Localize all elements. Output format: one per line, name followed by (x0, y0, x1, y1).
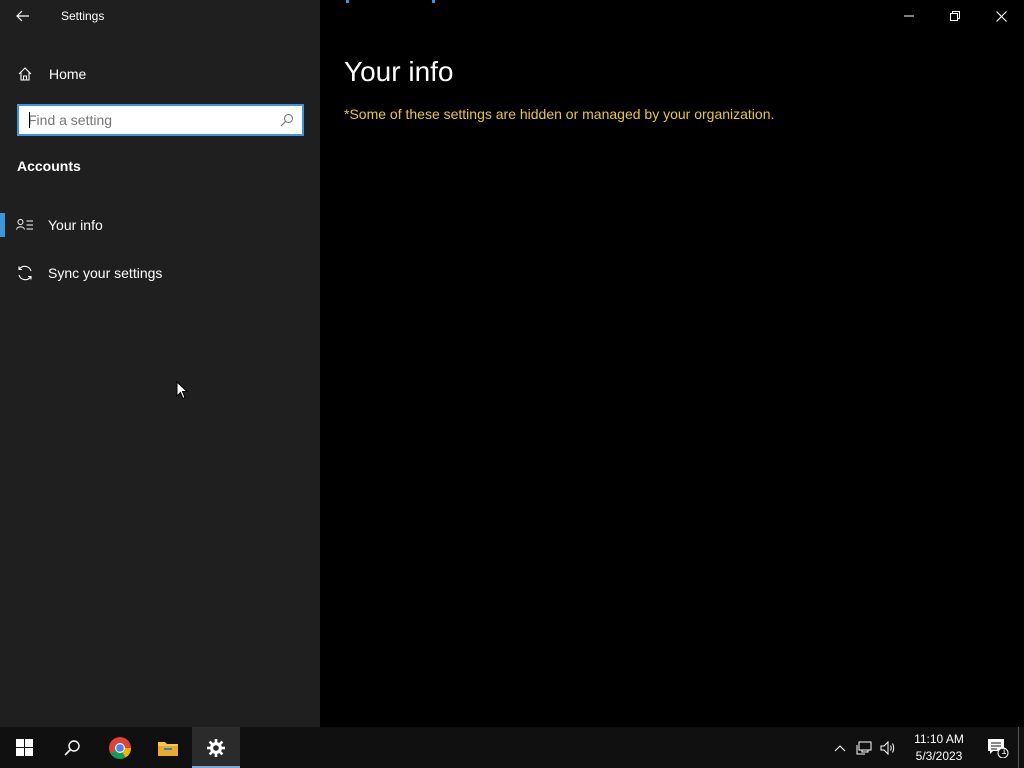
speaker-icon (880, 740, 895, 755)
back-button[interactable] (0, 0, 46, 32)
network-icon (856, 741, 872, 754)
taskbar-settings[interactable] (192, 727, 240, 768)
minimize-button[interactable] (886, 0, 932, 32)
main-content: Your info *Some of these settings are hi… (320, 0, 1024, 727)
sync-icon (18, 265, 32, 281)
close-button[interactable] (978, 0, 1024, 32)
taskbar-search-button[interactable] (48, 727, 96, 768)
close-icon (995, 10, 1007, 22)
system-tray: 11:10 AM 5/3/2023 1 (828, 727, 1024, 768)
home-icon (18, 67, 32, 81)
text-caret (29, 112, 30, 128)
person-list-icon (16, 219, 33, 230)
page-title: Your info (344, 56, 454, 87)
start-button[interactable] (0, 727, 48, 768)
search-icon[interactable] (280, 113, 294, 127)
sidebar-item-sync[interactable]: Sync your settings (0, 253, 320, 293)
minimize-icon (904, 15, 914, 17)
taskbar-clock[interactable]: 11:10 AM 5/3/2023 (904, 731, 974, 765)
sidebar-item-label: Sync your settings (48, 265, 163, 281)
notification-count-badge: 1 (1001, 746, 1007, 756)
nav-home-label: Home (49, 66, 87, 82)
window-controls (886, 0, 1024, 32)
windows-logo-icon (15, 739, 33, 756)
search-input[interactable] (19, 106, 280, 134)
show-hidden-icons-button[interactable] (828, 727, 852, 768)
nav-home[interactable]: Home (0, 58, 320, 90)
settings-window: Settings Home Accounts Your info (0, 0, 1024, 727)
sidebar: Settings Home Accounts Your info (0, 0, 320, 727)
clock-time: 11:10 AM (914, 731, 964, 746)
managed-notice: *Some of these settings are hidden or ma… (344, 106, 775, 122)
chrome-icon (109, 736, 131, 759)
search-icon (63, 740, 80, 756)
back-arrow-icon (16, 10, 29, 22)
folder-icon (158, 741, 178, 756)
gear-icon (207, 738, 225, 757)
app-title: Settings (61, 9, 105, 23)
taskbar-chrome[interactable] (96, 727, 144, 768)
restore-button[interactable] (932, 0, 978, 32)
chevron-up-icon (834, 744, 846, 751)
taskbar-file-explorer[interactable] (144, 727, 192, 768)
volume-button[interactable] (876, 727, 900, 768)
action-center-button[interactable]: 1 (978, 727, 1018, 768)
network-button[interactable] (852, 727, 876, 768)
mouse-cursor-icon (176, 381, 188, 400)
section-heading: Accounts (17, 158, 81, 174)
sidebar-item-your-info[interactable]: Your info (0, 205, 320, 245)
taskbar: 11:10 AM 5/3/2023 1 (0, 727, 1024, 768)
clock-date: 5/3/2023 (915, 748, 963, 763)
search-box[interactable] (17, 104, 304, 136)
show-desktop-button[interactable] (1018, 727, 1024, 768)
restore-icon (950, 11, 960, 21)
titlebar: Settings (0, 0, 320, 32)
header-decoration (346, 0, 435, 3)
sidebar-item-label: Your info (48, 217, 103, 233)
